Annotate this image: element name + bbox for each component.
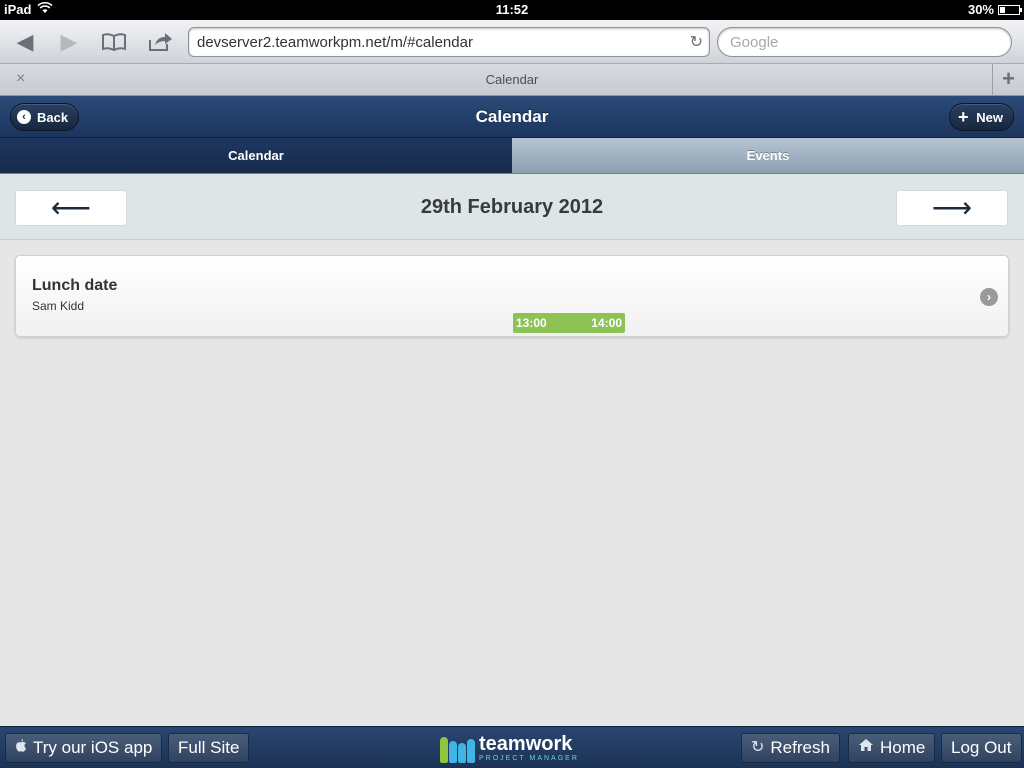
url-bar[interactable]: devserver2.teamworkpm.net/m/#calendar ↻ xyxy=(188,27,710,57)
event-start-time: 13:00 xyxy=(516,316,547,330)
app-header: ‹ Back Calendar + New xyxy=(0,96,1024,138)
search-placeholder: Google xyxy=(730,34,779,51)
event-person: Sam Kidd xyxy=(32,299,85,313)
clock: 11:52 xyxy=(495,2,529,17)
teamwork-logo: teamwork PROJECT MANAGER xyxy=(440,732,579,764)
tab-events[interactable]: Events xyxy=(512,138,1024,173)
next-day-button[interactable]: ⟶ xyxy=(896,190,1008,226)
event-time-bar: 13:00 14:00 xyxy=(513,313,625,333)
chevron-right-icon[interactable]: › xyxy=(980,288,998,306)
event-card[interactable]: Lunch date Sam Kidd 13:00 14:00 › xyxy=(15,255,1009,337)
new-label: New xyxy=(976,109,1003,125)
url-text: devserver2.teamworkpm.net/m/#calendar xyxy=(197,34,473,51)
back-arrow-icon[interactable]: ◀ xyxy=(8,28,42,56)
refresh-icon: ↻ xyxy=(751,739,765,756)
current-date: 29th February 2012 xyxy=(420,196,604,218)
browser-toolbar: ◀ ▶ devserver2.teamworkpm.net/m/#calenda… xyxy=(0,20,1024,64)
footer-bar: Try our iOS app Full Site teamwork PROJE… xyxy=(0,726,1024,768)
reload-icon[interactable]: ↻ xyxy=(690,32,703,52)
browser-tab-title: Calendar xyxy=(485,72,539,87)
battery-percent: 30% xyxy=(967,2,994,17)
new-tab-button[interactable]: + xyxy=(992,64,1024,96)
search-input[interactable]: Google xyxy=(717,27,1012,57)
bookmarks-icon[interactable] xyxy=(97,28,131,56)
share-icon[interactable] xyxy=(143,28,177,56)
full-site-button[interactable]: Full Site xyxy=(168,733,250,763)
logout-button[interactable]: Log Out xyxy=(941,733,1022,763)
home-button[interactable]: Home xyxy=(848,733,936,763)
status-bar: iPad 11:52 30% xyxy=(0,0,1024,20)
refresh-label: Refresh xyxy=(770,738,830,757)
date-navigation: ⟵ 29th February 2012 ⟶ xyxy=(0,174,1024,240)
tab-calendar[interactable]: Calendar xyxy=(0,138,512,173)
event-end-time: 14:00 xyxy=(591,316,622,330)
event-title: Lunch date xyxy=(32,277,118,294)
page-title: Calendar xyxy=(475,107,549,126)
forward-arrow-icon[interactable]: ▶ xyxy=(52,28,86,56)
battery-icon xyxy=(998,4,1022,15)
home-label: Home xyxy=(880,738,926,757)
plus-icon: + xyxy=(958,107,969,127)
logo-text: teamwork xyxy=(479,733,573,755)
browser-tab-strip: × Calendar + xyxy=(0,64,1024,96)
ios-app-button[interactable]: Try our iOS app xyxy=(5,733,163,763)
ios-app-label: Try our iOS app xyxy=(33,738,153,757)
tab-bar: Calendar Events xyxy=(0,138,1024,174)
logo-subtext: PROJECT MANAGER xyxy=(479,755,579,762)
refresh-button[interactable]: ↻ Refresh xyxy=(741,733,840,763)
logo-people-icon xyxy=(440,733,475,763)
apple-icon xyxy=(15,734,27,762)
new-button[interactable]: + New xyxy=(949,103,1014,131)
home-icon xyxy=(858,734,874,762)
